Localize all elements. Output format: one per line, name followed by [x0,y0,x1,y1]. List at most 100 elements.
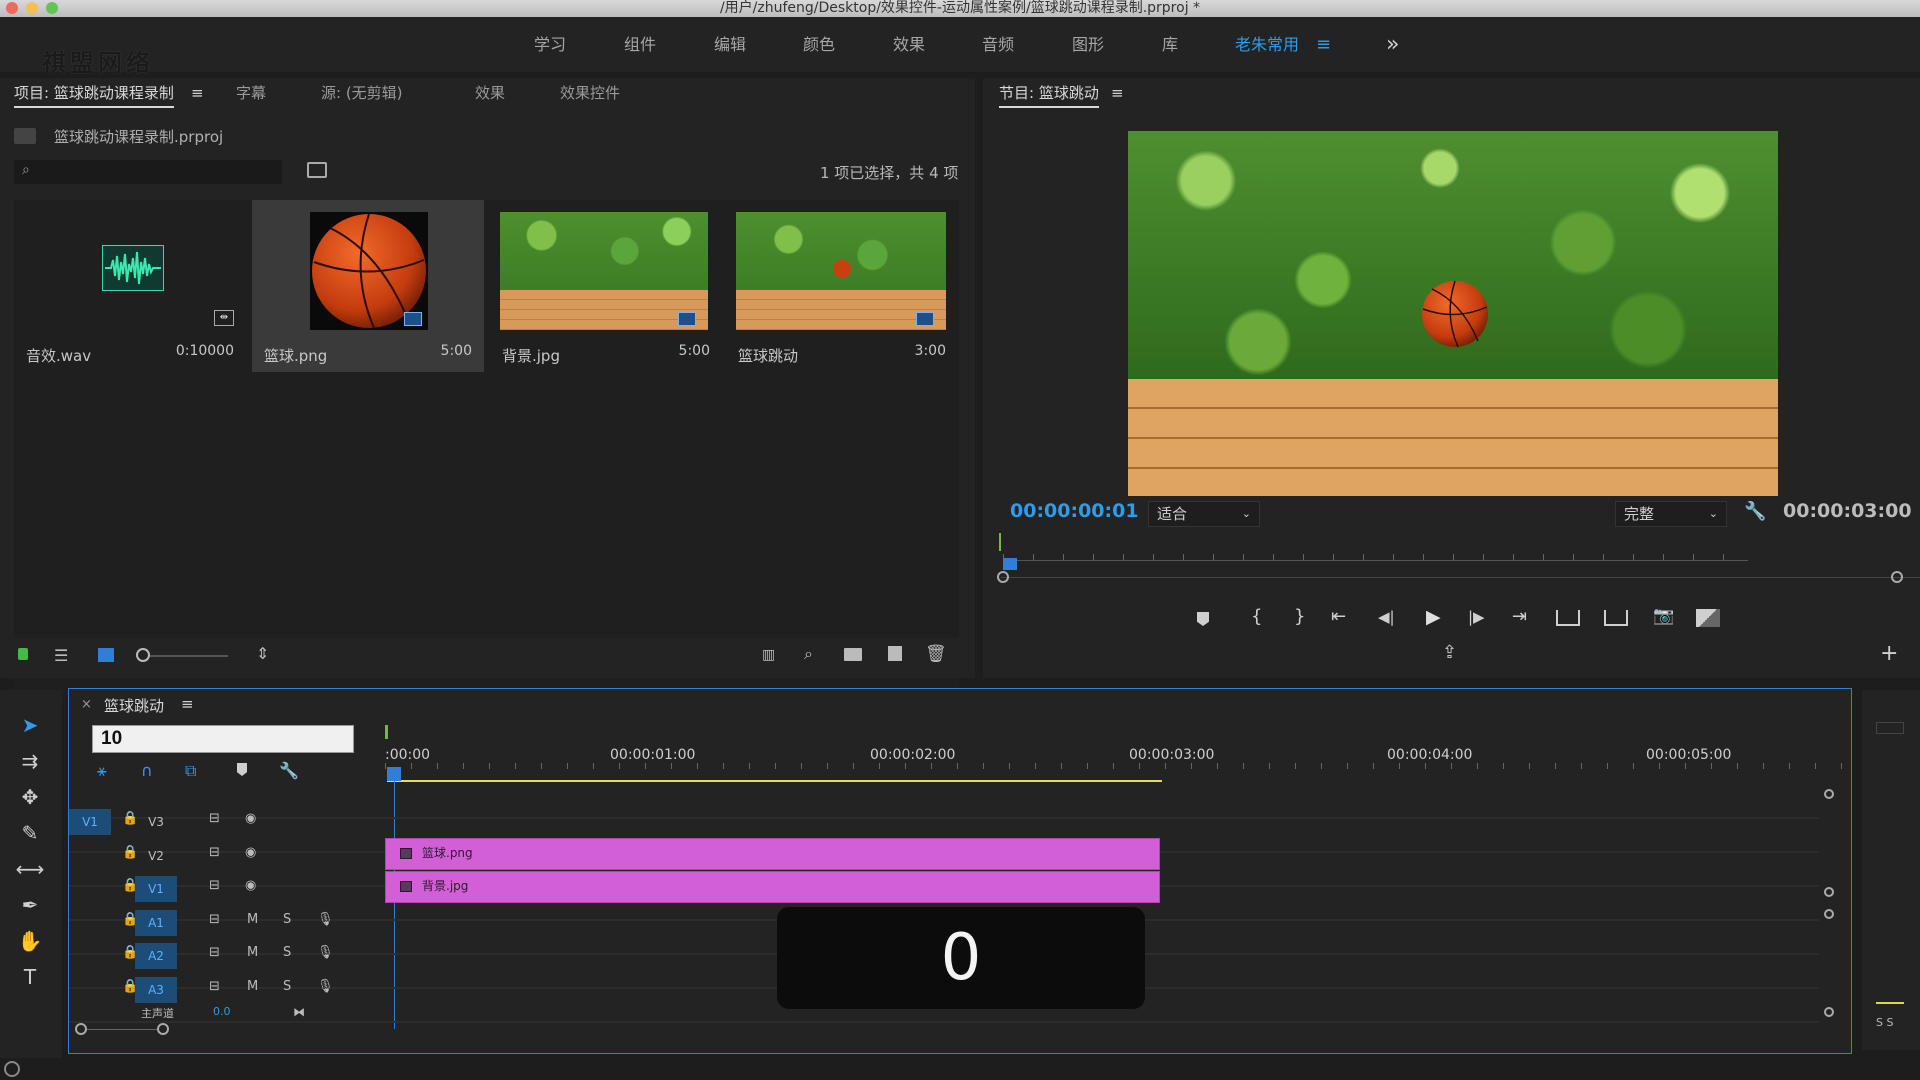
microphone-icon[interactable]: 🎙 [317,979,334,994]
minimize-window-button[interactable] [26,2,38,14]
sync-lock-icon[interactable]: ⊟ [209,945,220,960]
clip-background[interactable]: 背景.jpg [385,871,1160,903]
source-patch-v1[interactable]: V1 [69,809,111,835]
track-target[interactable]: V1 [135,876,177,902]
go-to-in-icon[interactable]: ⇤ [1331,606,1346,627]
timeline-zoom-right-handle[interactable] [157,1023,169,1035]
program-monitor-title[interactable]: 节目: 篮球跳动 [999,78,1099,108]
zoom-bar-left-handle[interactable] [997,571,1009,583]
playhead-timecode[interactable]: 00:00:00:01 [1010,500,1139,522]
tab-effect-controls[interactable]: 效果控件 [560,78,620,108]
nest-toggle-icon[interactable]: ⚹ [97,761,107,781]
tab-captions[interactable]: 字幕 [236,78,266,108]
sync-lock-icon[interactable]: ⊟ [209,811,220,826]
zoom-bar[interactable] [1001,577,1920,578]
tab-project[interactable]: 项目: 篮球跳动课程录制 [14,78,174,108]
slip-tool-icon[interactable]: ⟷ [14,854,46,884]
new-bin-icon[interactable] [844,648,862,661]
comparison-view-icon[interactable] [1696,609,1720,627]
icon-view-icon[interactable] [98,648,114,662]
lock-icon[interactable] [18,648,28,660]
workspace-tab-libraries[interactable]: 库 [1162,17,1178,72]
play-icon[interactable]: ▶ [1426,606,1441,628]
eye-icon[interactable]: ◉ [245,878,256,893]
workspace-tab-learn[interactable]: 学习 [534,17,566,72]
export-frame-camera-icon[interactable]: 📷 [1653,606,1674,626]
solo-button[interactable]: S [283,945,291,960]
mark-out-icon[interactable]: } [1294,606,1305,627]
workspace-tab-custom[interactable]: 老朱常用 [1235,17,1299,72]
workspace-tab-color[interactable]: 颜色 [803,17,835,72]
quality-dropdown[interactable]: 完整 ⌄ [1615,501,1727,527]
sequence-tab[interactable]: 篮球跳动 [104,695,164,716]
workspace-tab-effects[interactable]: 效果 [893,17,925,72]
tab-effects[interactable]: 效果 [475,78,505,108]
workspace-tab-graphics[interactable]: 图形 [1072,17,1104,72]
eye-icon[interactable]: ◉ [245,811,256,826]
razor-tool-icon[interactable]: ✎ [14,818,46,848]
clip-basketball[interactable]: 篮球.png [385,838,1160,870]
tab-source[interactable]: 源: (无剪辑) [321,78,403,108]
track-target[interactable]: V3 [135,809,177,835]
solo-button[interactable]: S [283,912,291,927]
track-target[interactable]: A2 [135,943,177,969]
sort-icon[interactable]: ⇕ [256,644,269,663]
project-menu-icon[interactable]: ≡ [191,78,204,108]
mute-button[interactable]: M [247,912,258,927]
close-sequence-icon[interactable]: × [81,697,92,712]
workspace-overflow-icon[interactable]: » [1386,17,1399,72]
status-icon[interactable] [4,1061,20,1077]
timeline-timecode-input[interactable] [92,725,354,753]
extract-icon[interactable] [1604,610,1628,626]
sync-lock-icon[interactable]: ⊟ [209,845,220,860]
go-to-out-icon[interactable]: ⇥ [1512,606,1527,627]
track-target[interactable]: V2 [135,843,177,869]
zoom-window-button[interactable] [46,2,58,14]
track-select-tool-icon[interactable]: ⇉ [14,746,46,776]
solo-button[interactable]: S [283,979,291,994]
list-view-icon[interactable]: ☰ [54,646,68,665]
work-area-bar[interactable] [387,780,1162,782]
lift-icon[interactable] [1556,610,1580,626]
playhead-handle[interactable] [1003,558,1017,570]
pen-tool-icon[interactable]: ✒ [14,890,46,920]
timeline-zoom-left-handle[interactable] [75,1023,87,1035]
sync-lock-icon[interactable]: ⊟ [209,979,220,994]
trash-icon[interactable]: 🗑 [925,644,947,664]
zoom-dropdown[interactable]: 适合 ⌄ [1148,501,1260,527]
add-marker-icon[interactable] [237,763,247,776]
add-marker-icon[interactable] [1197,612,1209,626]
workspace-tab-editing[interactable]: 编辑 [714,17,746,72]
program-video-frame[interactable] [1128,131,1778,496]
hand-tool-icon[interactable]: ✋ [14,926,46,956]
timeline-settings-wrench-icon[interactable]: 🔧 [279,761,299,780]
video-scroll-handle-bottom[interactable] [1824,887,1834,897]
go-to-end-icon[interactable]: ⧓ [293,1005,305,1019]
workspace-menu-icon[interactable]: ≡ [1316,17,1331,72]
mute-button[interactable]: M [247,979,258,994]
sync-lock-icon[interactable]: ⊟ [209,912,220,927]
close-window-button[interactable] [6,2,18,14]
track-target[interactable]: A3 [135,977,177,1003]
search-input[interactable] [42,162,277,182]
workspace-tab-assembly[interactable]: 组件 [624,17,656,72]
new-bin-from-search-icon[interactable] [307,162,327,178]
automate-to-sequence-icon[interactable]: ▥ [762,647,775,663]
scrubber-track[interactable] [1003,560,1748,561]
video-scroll-handle-top[interactable] [1824,789,1834,799]
program-menu-icon[interactable]: ≡ [1111,78,1124,108]
project-item-sequence[interactable]: 篮球跳动 3:00 [726,200,958,372]
project-item-basketball[interactable]: 篮球.png 5:00 [252,200,484,372]
ripple-edit-tool-icon[interactable]: ✥ [14,782,46,812]
microphone-icon[interactable]: 🎙 [317,912,334,927]
new-item-icon[interactable] [888,646,902,661]
snap-magnet-icon[interactable]: ∩ [141,761,153,780]
type-tool-icon[interactable]: T [14,962,46,992]
zoom-slider-handle[interactable] [136,648,150,662]
mute-button[interactable]: M [247,945,258,960]
time-ruler[interactable]: :00:00 00:00:01:00 00:00:02:00 00:00:03:… [385,715,1845,769]
zoom-bar-right-handle[interactable] [1891,571,1903,583]
mark-in-icon[interactable]: { [1251,606,1262,627]
project-item-audio[interactable]: ⇹ 音效.wav 0:10000 [14,200,246,372]
track-target[interactable]: A1 [135,910,177,936]
